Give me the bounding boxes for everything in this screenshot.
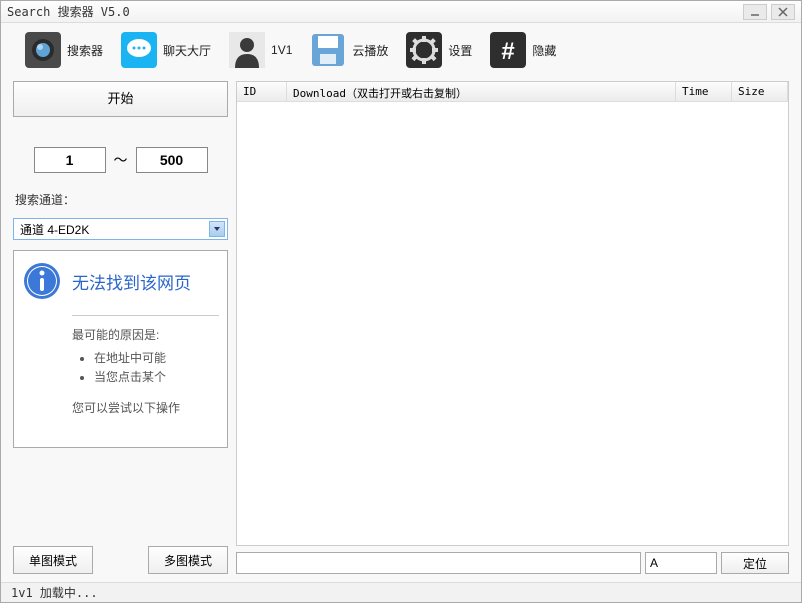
minimize-button[interactable] — [743, 4, 767, 20]
toolbar-chat[interactable]: 聊天大厅 — [115, 30, 217, 70]
window-controls — [743, 4, 795, 20]
toolbar-label: 设置 — [448, 42, 472, 59]
filter-input[interactable] — [645, 552, 717, 574]
channel-selected-value: 通道 4-ED2K — [20, 221, 89, 238]
results-table[interactable]: ID Download（双击打开或右击复制） Time Size — [236, 81, 789, 546]
titlebar: Search 搜索器 V5.0 — [1, 1, 801, 23]
range-from-input[interactable] — [34, 147, 106, 173]
toolbar-1v1[interactable]: 1V1 — [223, 30, 298, 70]
svg-text:#: # — [502, 38, 515, 65]
range-row: ～ — [13, 147, 228, 173]
info-hint: 您可以尝试以下操作 — [72, 399, 219, 416]
results-body[interactable] — [237, 102, 788, 545]
toolbar-search[interactable]: 搜索器 — [19, 30, 109, 70]
toolbar-settings[interactable]: 设置 — [400, 30, 478, 70]
channel-label: 搜索通道： — [13, 191, 228, 208]
window-title: Search 搜索器 V5.0 — [7, 3, 743, 20]
toolbar-label: 1V1 — [271, 43, 292, 57]
toolbar-label: 隐藏 — [532, 42, 556, 59]
toolbar-label: 聊天大厅 — [163, 42, 211, 59]
locate-button[interactable]: 定位 — [721, 552, 789, 574]
gear-icon — [406, 32, 442, 68]
left-panel: 开始 ～ 搜索通道： 通道 4-ED2K 无法找到该网页 — [13, 77, 228, 578]
close-button[interactable] — [771, 4, 795, 20]
chat-icon — [121, 32, 157, 68]
col-download[interactable]: Download（双击打开或右击复制） — [287, 82, 676, 101]
person-icon — [229, 32, 265, 68]
toolbar-cloud-play[interactable]: 云播放 — [304, 30, 394, 70]
toolbar-label: 搜索器 — [67, 42, 103, 59]
toolbar: 搜索器 聊天大厅 1V1 云播放 设置 — [1, 23, 801, 77]
save-floppy-icon — [310, 32, 346, 68]
col-id[interactable]: ID — [237, 82, 287, 101]
channel-select[interactable]: 通道 4-ED2K — [13, 218, 228, 240]
camera-lens-icon — [25, 32, 61, 68]
results-header: ID Download（双击打开或右击复制） Time Size — [237, 82, 788, 102]
statusbar: 1v1 加载中... — [1, 582, 801, 602]
divider — [72, 315, 219, 316]
path-input[interactable] — [236, 552, 641, 574]
info-icon — [22, 261, 62, 301]
chevron-down-icon — [209, 221, 225, 237]
info-reason-item: 在地址中可能 — [94, 349, 219, 366]
single-image-mode-button[interactable]: 单图模式 — [13, 546, 93, 574]
start-button[interactable]: 开始 — [13, 81, 228, 117]
info-reason-heading: 最可能的原因是: — [72, 326, 219, 343]
col-size[interactable]: Size — [732, 82, 788, 101]
info-reason-item: 当您点击某个 — [94, 368, 219, 385]
toolbar-label: 云播放 — [352, 42, 388, 59]
multi-image-mode-button[interactable]: 多图模式 — [148, 546, 228, 574]
info-panel: 无法找到该网页 最可能的原因是: 在地址中可能 当您点击某个 您可以尝试以下操作 — [13, 250, 228, 448]
col-time[interactable]: Time — [676, 82, 732, 101]
range-separator: ～ — [114, 150, 128, 170]
status-text: 1v1 加载中... — [11, 584, 98, 601]
toolbar-hide[interactable]: # 隐藏 — [484, 30, 562, 70]
info-title: 无法找到该网页 — [72, 269, 191, 294]
hash-icon: # — [490, 32, 526, 68]
right-panel: ID Download（双击打开或右击复制） Time Size 定位 — [236, 77, 789, 578]
range-to-input[interactable] — [136, 147, 208, 173]
